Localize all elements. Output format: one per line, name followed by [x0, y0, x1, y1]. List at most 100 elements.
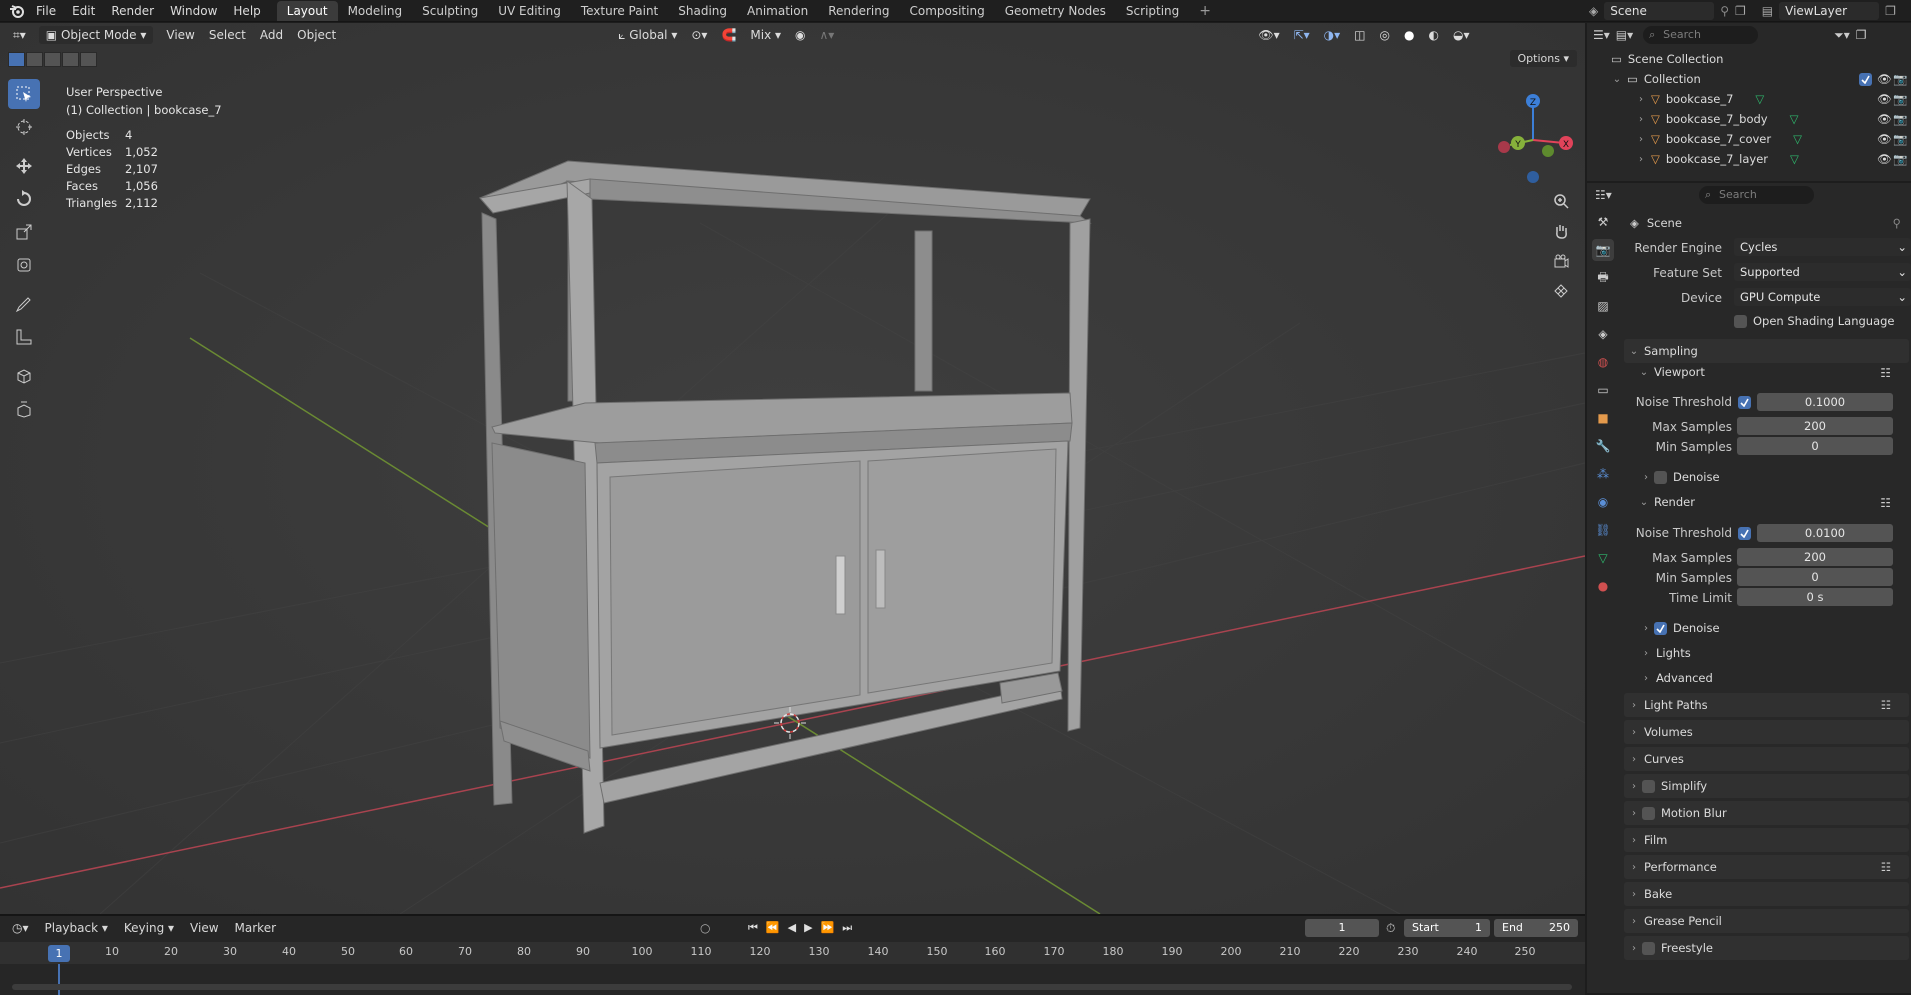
- feature-set-dropdown[interactable]: Supported ⌄: [1734, 263, 1911, 281]
- tab-uv-editing[interactable]: UV Editing: [488, 1, 571, 21]
- xray-icon[interactable]: ◫: [1347, 26, 1372, 44]
- view-layer-field[interactable]: ViewLayer: [1779, 2, 1880, 20]
- end-frame-field[interactable]: End 250: [1494, 919, 1578, 937]
- frame-ruler[interactable]: 1 10 20 30 40 50 60 70 80 90 100 110 120…: [0, 942, 1585, 964]
- collection-tab-icon[interactable]: ▭: [1592, 379, 1614, 401]
- curves-panel[interactable]: › Curves: [1624, 747, 1909, 771]
- camera-view-icon[interactable]: [1548, 249, 1574, 273]
- collection-render-camera-icon[interactable]: 📷: [1893, 72, 1907, 86]
- device-dropdown[interactable]: GPU Compute ⌄: [1734, 288, 1911, 306]
- overlay-toggle-icon[interactable]: ◑▾: [1317, 26, 1348, 44]
- next-keyframe-icon[interactable]: ⏩: [821, 921, 835, 935]
- freestyle-checkbox[interactable]: [1642, 941, 1655, 955]
- zoom-icon[interactable]: [1548, 189, 1574, 213]
- visibility-eye-icon[interactable]: 👁: [1877, 152, 1892, 166]
- tool-tab-icon[interactable]: ⚒: [1592, 211, 1614, 233]
- render-subpanel-header[interactable]: ⌄ Render: [1638, 495, 1695, 509]
- menu-render[interactable]: Render: [103, 4, 162, 18]
- blender-logo-icon[interactable]: [6, 0, 28, 22]
- prev-keyframe-icon[interactable]: ⏪: [766, 921, 780, 935]
- move-tool-icon[interactable]: [8, 151, 40, 181]
- select-new-icon[interactable]: [8, 52, 25, 67]
- tab-scripting[interactable]: Scripting: [1116, 1, 1189, 21]
- simplify-panel[interactable]: › Simplify: [1624, 774, 1909, 798]
- 3d-viewport[interactable]: ⌗▾ ▣ Object Mode ▾ View Select Add Objec…: [0, 23, 1585, 914]
- freestyle-panel[interactable]: › Freestyle: [1624, 936, 1909, 960]
- play-reverse-icon[interactable]: ◀: [788, 921, 796, 935]
- bake-panel[interactable]: › Bake: [1624, 882, 1909, 906]
- material-shading-icon[interactable]: ◐: [1421, 26, 1445, 44]
- menu-window[interactable]: Window: [162, 4, 225, 18]
- tab-animation[interactable]: Animation: [737, 1, 818, 21]
- light-paths-panel[interactable]: › Light Paths ☷: [1624, 693, 1909, 717]
- cursor-tool-icon[interactable]: [8, 112, 40, 142]
- pivot-dropdown[interactable]: ⊙▾: [684, 26, 714, 44]
- new-viewlayer-icon[interactable]: ❐: [1885, 4, 1896, 18]
- pin-icon[interactable]: ⚲: [1720, 4, 1729, 18]
- object-row[interactable]: › ▽ bookcase_7_body ▽ 👁 📷: [1587, 109, 1911, 129]
- render-camera-icon[interactable]: 📷: [1893, 152, 1907, 166]
- tab-layout[interactable]: Layout: [276, 0, 338, 21]
- current-frame-field[interactable]: 1: [1305, 919, 1379, 937]
- measure-tool-icon[interactable]: [8, 322, 40, 352]
- performance-panel[interactable]: › Performance ☷: [1624, 855, 1909, 879]
- render-camera-icon[interactable]: 📷: [1893, 112, 1907, 126]
- motion-blur-checkbox[interactable]: [1642, 806, 1655, 820]
- lights-subpanel[interactable]: › Lights: [1640, 646, 1691, 660]
- visibility-icon[interactable]: 👁▾: [1251, 26, 1286, 44]
- advanced-subpanel[interactable]: › Advanced: [1640, 671, 1713, 685]
- view-layer-tab-icon[interactable]: ▨: [1592, 295, 1614, 317]
- scene-collection-row[interactable]: ▭ Scene Collection: [1587, 49, 1911, 69]
- material-tab-icon[interactable]: ●: [1592, 575, 1614, 597]
- sampling-panel-header[interactable]: ⌄ Sampling: [1624, 339, 1909, 363]
- play-icon[interactable]: ▶: [804, 921, 812, 935]
- vp-noise-threshold-field[interactable]: 0.1000: [1757, 393, 1893, 411]
- jump-start-icon[interactable]: ⏮: [748, 921, 758, 935]
- tab-shading[interactable]: Shading: [668, 1, 737, 21]
- collection-include-checkbox[interactable]: [1859, 72, 1872, 86]
- select-subtract-icon[interactable]: [44, 52, 61, 67]
- options-dropdown[interactable]: Options ▾: [1509, 50, 1577, 67]
- physics-tab-icon[interactable]: ◉: [1592, 491, 1614, 513]
- select-intersect-icon[interactable]: [80, 52, 97, 67]
- r-denoise-subpanel[interactable]: › Denoise: [1640, 621, 1720, 635]
- mode-dropdown[interactable]: ▣ Object Mode ▾: [38, 26, 154, 44]
- render-tab-icon[interactable]: 📷: [1592, 239, 1614, 261]
- object-row[interactable]: › ▽ bookcase_7_layer ▽ 👁 📷: [1587, 149, 1911, 169]
- visibility-eye-icon[interactable]: 👁: [1877, 132, 1892, 146]
- add-cube-tool-icon[interactable]: [8, 361, 40, 391]
- rotate-tool-icon[interactable]: [8, 184, 40, 214]
- timeline-menu-view[interactable]: View: [182, 921, 226, 935]
- select-extend-icon[interactable]: [26, 52, 43, 67]
- menu-select[interactable]: Select: [202, 26, 253, 44]
- current-frame-indicator[interactable]: 1: [48, 945, 70, 962]
- falloff-icon[interactable]: ∧▾: [813, 26, 842, 44]
- pin-icon[interactable]: ⚲: [1893, 216, 1901, 230]
- particles-tab-icon[interactable]: ⁂: [1592, 463, 1614, 485]
- annotate-tool-icon[interactable]: [8, 289, 40, 319]
- chevron-right-icon[interactable]: ›: [1635, 114, 1647, 125]
- tab-geometry-nodes[interactable]: Geometry Nodes: [995, 1, 1116, 21]
- select-invert-icon[interactable]: [62, 52, 79, 67]
- chevron-right-icon[interactable]: ›: [1635, 134, 1647, 145]
- ortho-grid-icon[interactable]: [1548, 279, 1574, 303]
- data-tab-icon[interactable]: ▽: [1592, 547, 1614, 569]
- new-collection-icon[interactable]: ❐: [1856, 28, 1867, 42]
- object-tab-icon[interactable]: ■: [1592, 407, 1614, 429]
- timeline-scrollbar[interactable]: [12, 984, 1572, 990]
- scale-tool-icon[interactable]: [8, 217, 40, 247]
- vp-noise-threshold-checkbox[interactable]: [1738, 396, 1751, 409]
- r-noise-threshold-checkbox[interactable]: [1738, 527, 1751, 540]
- scene-name-field[interactable]: Scene: [1604, 2, 1715, 20]
- timeline-body[interactable]: [0, 964, 1585, 995]
- chevron-right-icon[interactable]: ›: [1635, 154, 1647, 165]
- preset-list-icon[interactable]: ☷: [1881, 698, 1891, 712]
- menu-object[interactable]: Object: [290, 26, 343, 44]
- select-box-tool-icon[interactable]: [8, 79, 40, 109]
- visibility-eye-icon[interactable]: 👁: [1877, 112, 1892, 126]
- render-camera-icon[interactable]: 📷: [1893, 92, 1907, 106]
- start-frame-field[interactable]: Start 1: [1404, 919, 1490, 937]
- editor-type-icon[interactable]: ⌗▾: [6, 26, 33, 45]
- transform-tool-icon[interactable]: [8, 250, 40, 280]
- visibility-eye-icon[interactable]: 👁: [1877, 92, 1892, 106]
